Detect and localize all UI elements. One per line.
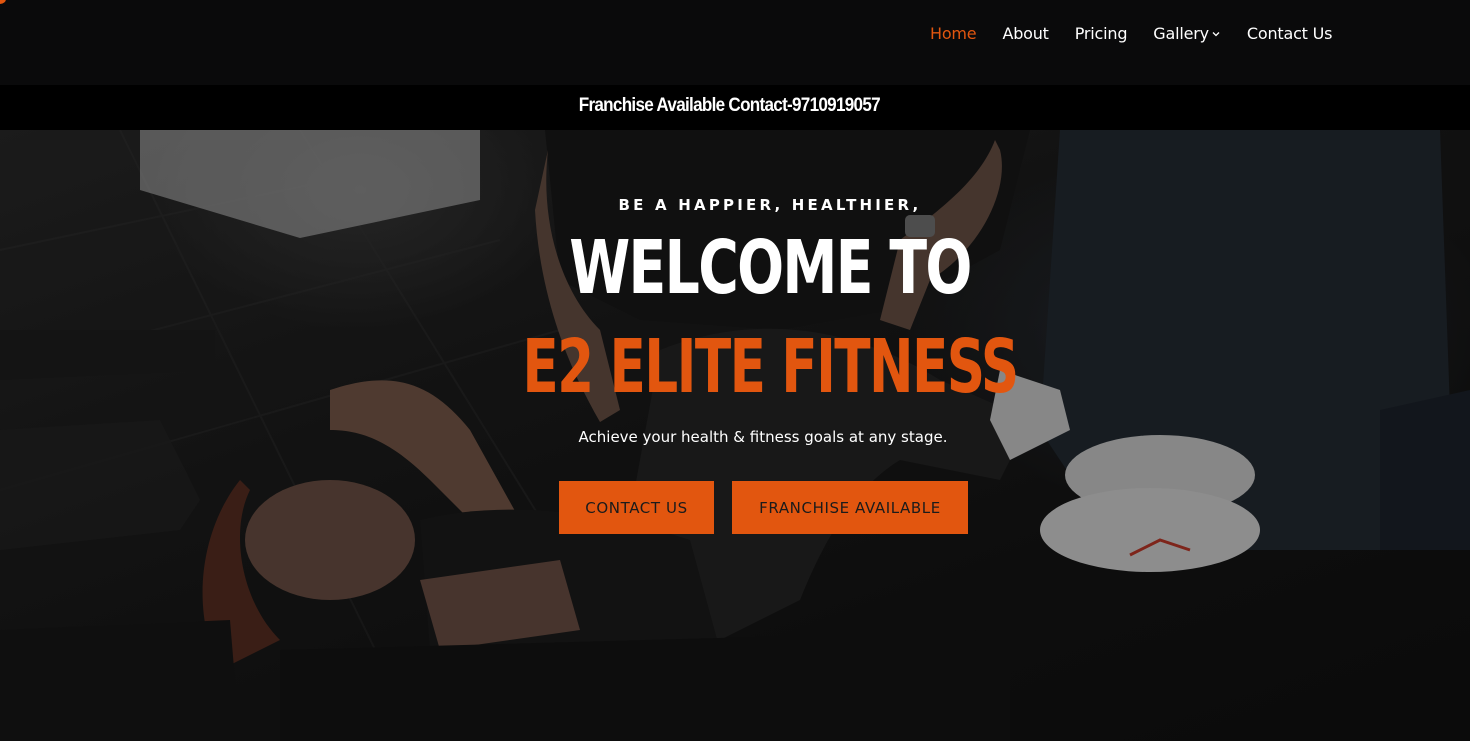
hero-subline: Achieve your health & fitness goals at a… (578, 428, 948, 446)
nav-item-pricing[interactable]: Pricing (1075, 24, 1128, 43)
main-nav: Home About Pricing Gallery Contact Us (930, 24, 1358, 43)
franchise-announcement-text: Franchise Available Contact-9710919057 (578, 94, 880, 116)
nav-item-gallery-label: Gallery (1153, 24, 1209, 43)
nav-item-about[interactable]: About (1002, 24, 1049, 43)
site-header: Home About Pricing Gallery Contact Us (0, 0, 1470, 85)
contact-us-button[interactable]: CONTACT US (559, 481, 714, 534)
franchise-available-button[interactable]: FRANCHISE AVAILABLE (732, 481, 968, 534)
nav-item-gallery[interactable]: Gallery (1153, 24, 1221, 43)
logo-icon[interactable] (0, 0, 6, 4)
nav-item-contact[interactable]: Contact Us (1247, 24, 1333, 43)
hero-headline-welcome: WELCOME TO (569, 225, 972, 311)
hero-section: BE A HAPPIER, HEALTHIER, WELCOME TO E2 E… (0, 130, 1470, 741)
nav-item-home[interactable]: Home (930, 24, 977, 43)
hero-tagline: BE A HAPPIER, HEALTHIER, (618, 196, 922, 214)
franchise-announcement-bar: Franchise Available Contact-9710919057 (0, 85, 1470, 130)
chevron-down-icon (1211, 29, 1221, 39)
hero-headline-brand: E2 ELITE FITNESS (522, 324, 1019, 410)
